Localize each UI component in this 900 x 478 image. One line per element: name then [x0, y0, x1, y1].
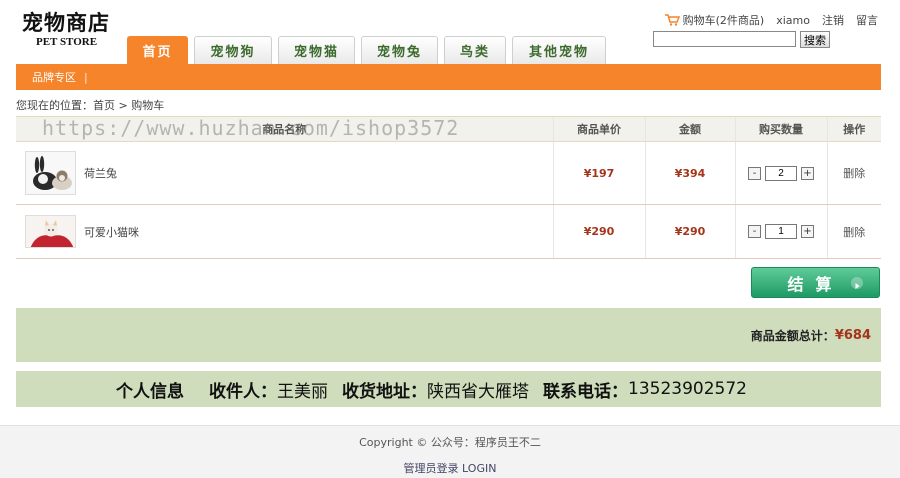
delete-link[interactable]: 删除 — [843, 226, 865, 239]
tab-dogs[interactable]: 宠物狗 — [194, 36, 272, 64]
breadcrumb-separator: > — [118, 99, 128, 112]
line-amount: ¥394 — [674, 166, 706, 180]
tab-cats[interactable]: 宠物猫 — [278, 36, 355, 64]
logo-text-cn: 宠物商店 — [22, 10, 110, 35]
username-link[interactable]: xiamo — [776, 14, 810, 27]
breadcrumb-current: 购物车 — [131, 99, 165, 112]
personal-info-panel: 个人信息 收件人： 王美丽 收货地址： 陕西省大雁塔 联系电话： 1352390257… — [16, 371, 881, 407]
main-nav: 首页 宠物狗 宠物猫 宠物兔 鸟类 其他宠物 — [127, 36, 612, 64]
breadcrumb: 您现在的位置：首页 > 购物车 — [16, 97, 164, 113]
unit-price: ¥197 — [583, 166, 615, 180]
order-total-panel: 商品金额总计： ¥684 — [16, 308, 881, 362]
top-links: 购物车(2件商品) xiamo 注销 留言 — [664, 12, 878, 28]
brand-zone-link[interactable]: 品牌专区 — [32, 69, 76, 85]
breadcrumb-prefix: 您现在的位置： — [16, 99, 93, 112]
arrow-right-icon — [851, 277, 863, 289]
checkout-label: 结算 — [787, 274, 844, 294]
subnav-separator: | — [84, 70, 88, 84]
tab-home[interactable]: 首页 — [127, 36, 188, 64]
cart-link[interactable]: 购物车(2件商品) — [664, 12, 765, 28]
phone-label: 联系电话： — [543, 381, 628, 402]
tab-birds[interactable]: 鸟类 — [444, 36, 506, 64]
cart-link-label: 购物车(2件商品) — [682, 14, 765, 27]
header-unit-price: 商品单价 — [552, 116, 645, 142]
product-thumbnail-kitten[interactable] — [25, 215, 76, 248]
kitten-image — [26, 216, 75, 247]
checkout-button[interactable]: 结算 — [751, 267, 880, 298]
quantity-input[interactable] — [765, 224, 797, 239]
quantity-stepper: - + — [748, 165, 814, 181]
header: 宠物商店 PET STORE 首页 宠物狗 宠物猫 宠物兔 鸟类 其他宠物 购物… — [0, 0, 900, 64]
admin-login-link[interactable]: 管理员登录 LOGIN — [0, 460, 900, 476]
product-name[interactable]: 可爱小猫咪 — [84, 224, 139, 240]
table-header-row: 商品名称 商品单价 金额 购买数量 操作 — [16, 116, 881, 142]
quantity-input[interactable] — [765, 165, 797, 181]
total-label: 商品金额总计： — [750, 328, 835, 343]
increment-button[interactable]: + — [801, 166, 814, 180]
delete-link[interactable]: 删除 — [843, 167, 865, 180]
cart-icon — [664, 14, 680, 26]
receiver-label: 收件人： — [209, 381, 277, 402]
breadcrumb-home[interactable]: 首页 — [93, 99, 115, 112]
line-amount: ¥290 — [674, 225, 706, 238]
product-name[interactable]: 荷兰兔 — [84, 165, 117, 181]
cart-table: 商品名称 商品单价 金额 购买数量 操作 荷兰兔 ¥197 ¥394 - 2 +… — [16, 116, 881, 259]
address-label: 收货地址： — [342, 381, 427, 402]
decrement-button[interactable]: - — [748, 225, 761, 238]
header-product-name: 商品名称 — [16, 116, 553, 142]
total-value: ¥684 — [834, 327, 871, 343]
logo[interactable]: 宠物商店 PET STORE — [22, 10, 122, 48]
header-quantity: 购买数量 — [734, 116, 827, 142]
table-row: 可爱小猫咪 ¥290 ¥290 - + 删除 — [16, 204, 881, 259]
search-input[interactable] — [653, 31, 796, 47]
product-cell: 可爱小猫咪 — [16, 215, 553, 248]
search-bar: 搜索 — [653, 31, 830, 48]
product-cell: 荷兰兔 — [16, 151, 553, 195]
logout-link[interactable]: 注销 — [822, 12, 844, 28]
message-link[interactable]: 留言 — [856, 12, 878, 28]
logo-text-en: PET STORE — [36, 36, 98, 48]
address-value: 陕西省大雁塔 — [427, 381, 529, 402]
phone-value: 13523902572 — [628, 379, 747, 399]
decrement-button[interactable]: - — [748, 166, 761, 180]
header-amount: 金额 — [644, 116, 735, 142]
tab-rabbits[interactable]: 宠物兔 — [361, 36, 438, 64]
footer: Copyright © 公众号：程序员王不二 管理员登录 LOGIN — [0, 425, 900, 478]
rabbit-image — [26, 152, 75, 194]
unit-price: ¥290 — [583, 225, 615, 238]
receiver-value: 王美丽 — [277, 381, 328, 402]
search-button[interactable]: 搜索 — [800, 31, 830, 48]
copyright-text: Copyright © 公众号：程序员王不二 — [359, 436, 541, 449]
sub-nav-bar: 品牌专区 | — [16, 64, 881, 90]
header-operation: 操作 — [826, 116, 881, 142]
table-row: 荷兰兔 ¥197 ¥394 - + 删除 — [16, 141, 881, 205]
quantity-stepper: - + — [748, 224, 814, 239]
tab-other-pets[interactable]: 其他宠物 — [512, 36, 606, 64]
info-title: 个人信息 — [116, 381, 184, 402]
increment-button[interactable]: + — [801, 225, 814, 238]
product-thumbnail-rabbit[interactable] — [25, 151, 76, 195]
